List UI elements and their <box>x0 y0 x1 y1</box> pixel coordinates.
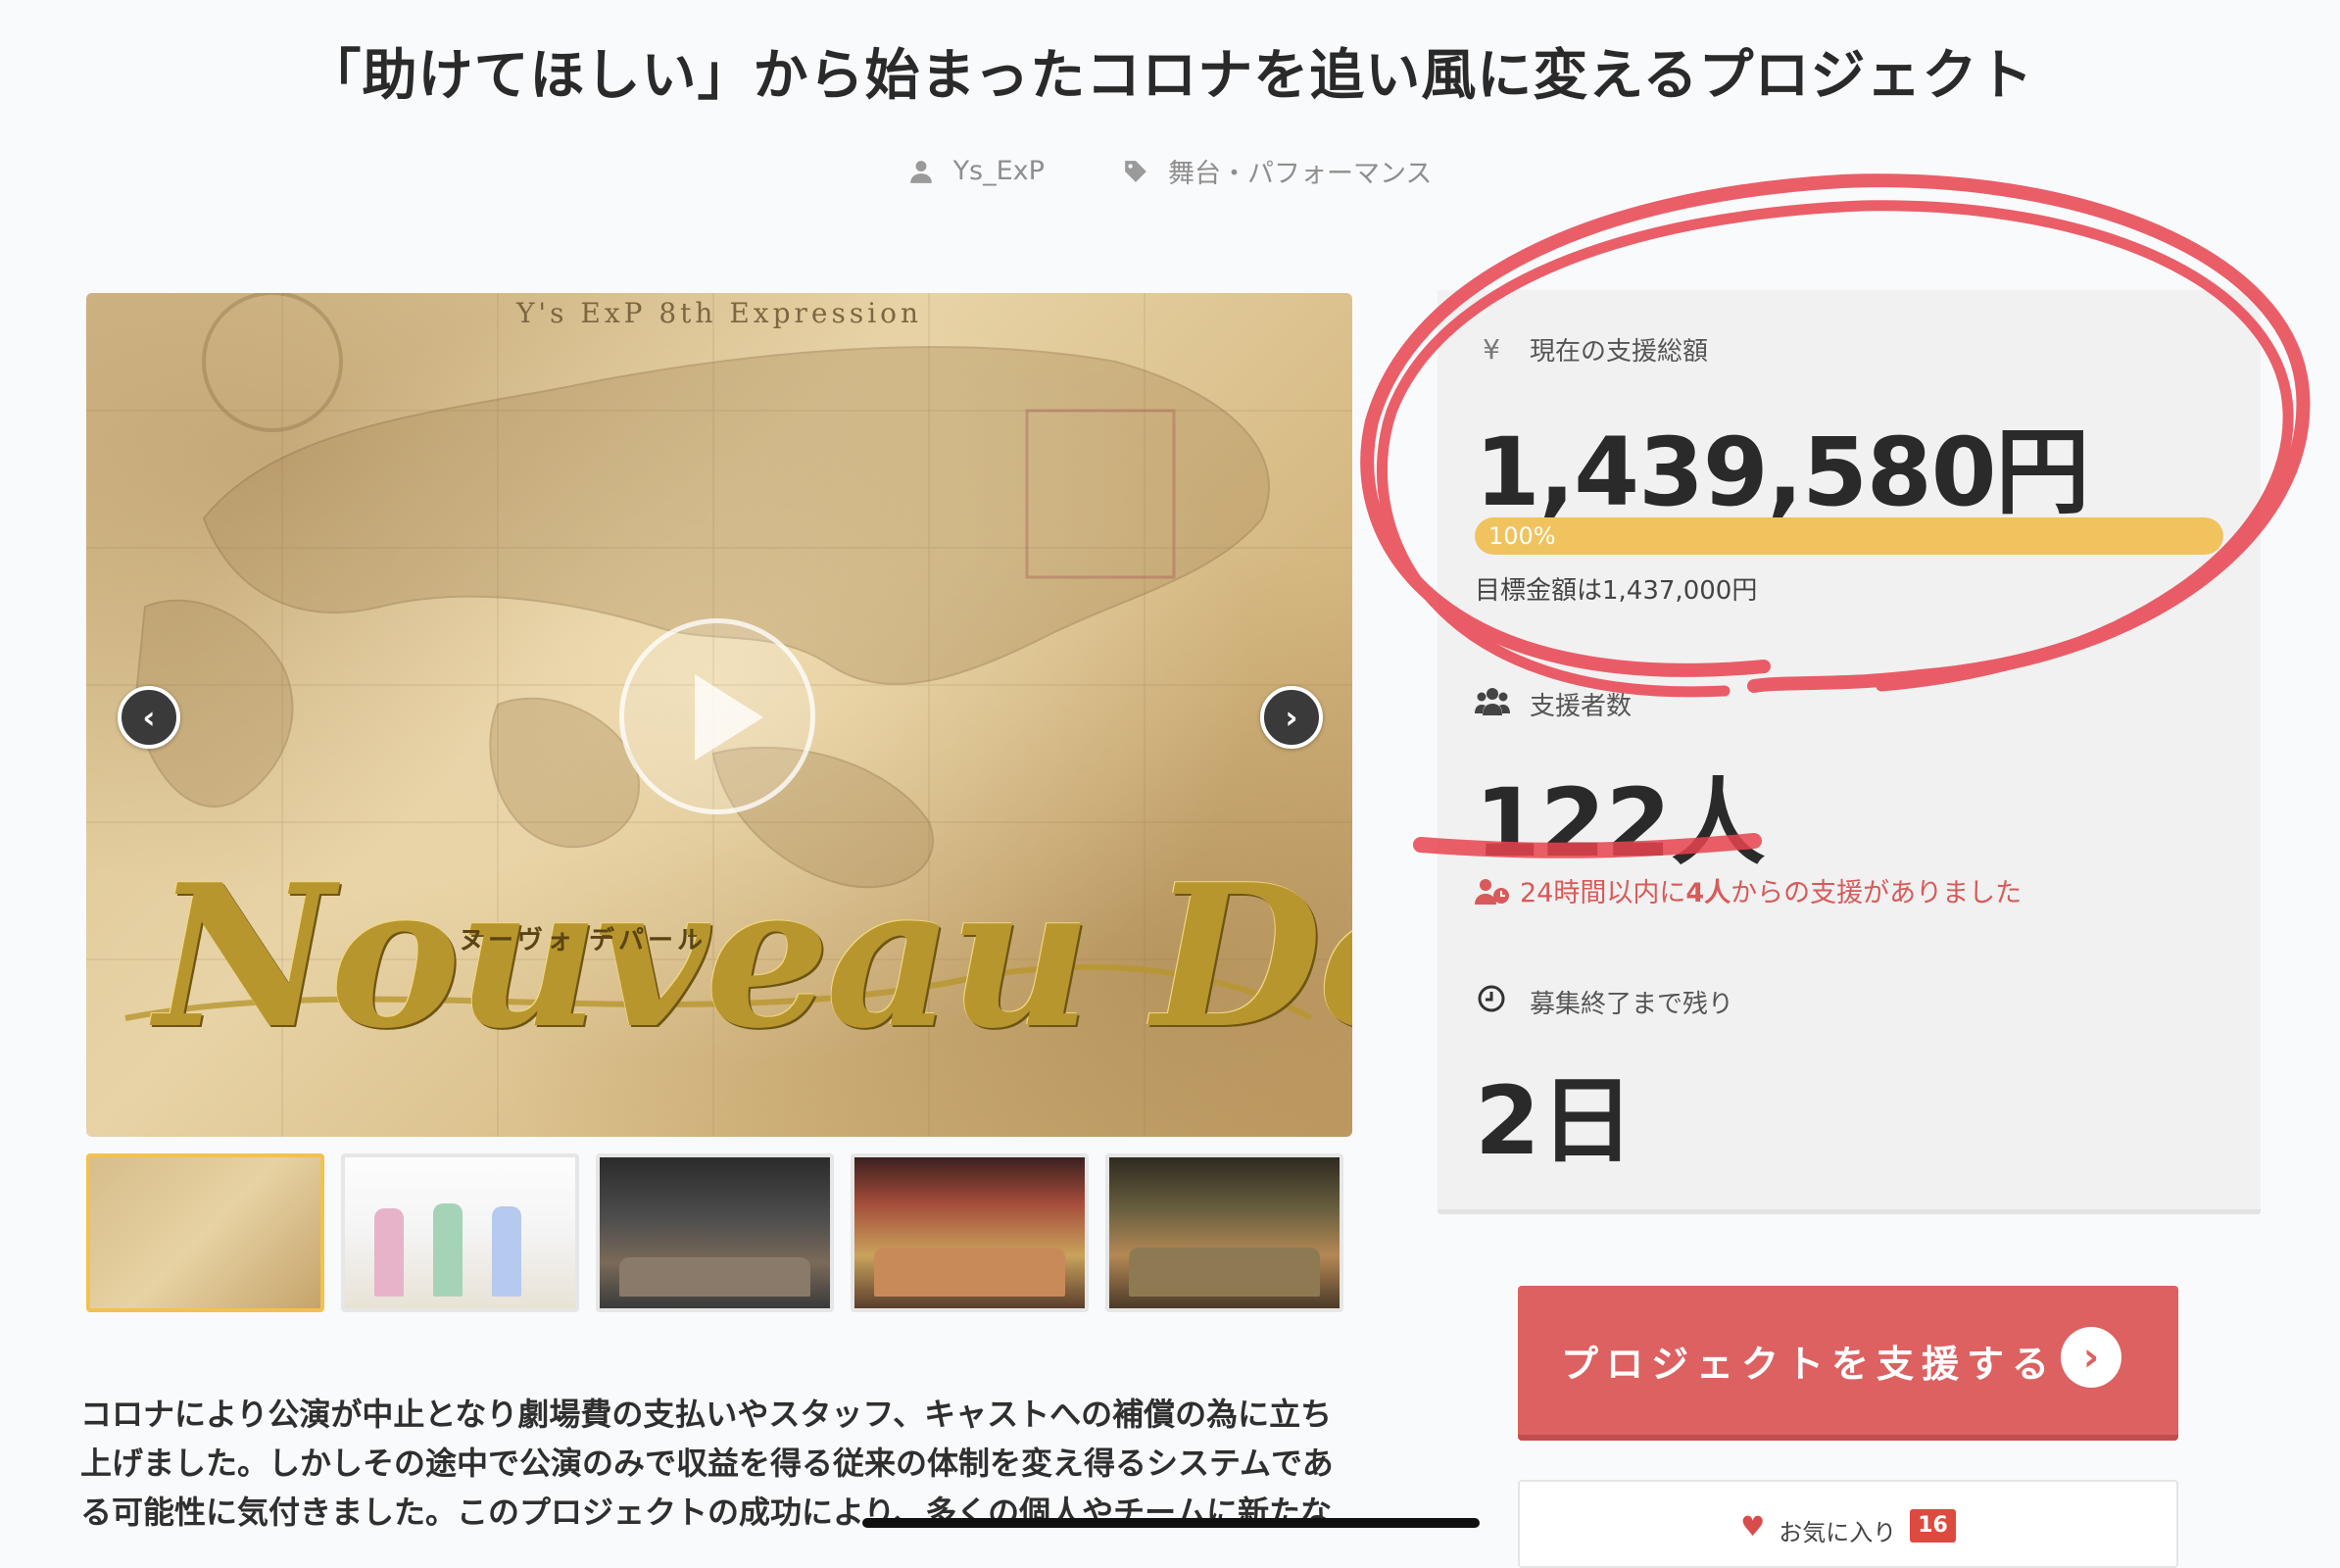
thumb-figure <box>492 1206 521 1297</box>
user-icon <box>909 160 932 183</box>
remaining-value: 2日 <box>1475 1066 1634 1176</box>
project-description: コロナにより公演が中止となり劇場費の支払いやスタッフ、キャストへの補償の為に立ち… <box>80 1396 1334 1531</box>
category-link[interactable]: 舞台・パフォーマンス <box>1123 152 1432 190</box>
carousel-prev-button[interactable]: ‹ <box>118 686 180 749</box>
progress-bar: 100% <box>1475 517 2223 555</box>
supporters-label-row: 支援者数 <box>1475 686 1632 722</box>
home-indicator <box>862 1518 1480 1528</box>
thumbnail-1[interactable] <box>86 1153 324 1312</box>
thumb-figure <box>1129 1248 1320 1297</box>
carousel-next-button[interactable]: › <box>1260 686 1323 749</box>
recent-suffix: からの支援がありました <box>1731 878 2023 908</box>
thumb-figure <box>433 1203 463 1297</box>
favorite-label: お気に入り <box>1779 1519 1897 1546</box>
play-button[interactable] <box>619 618 815 814</box>
owner-name: Ys_ExP <box>952 156 1045 186</box>
favorite-button[interactable]: ♥ お気に入り 16 <box>1518 1480 2178 1568</box>
category-name: 舞台・パフォーマンス <box>1167 159 1433 189</box>
users-icon <box>1475 686 1510 722</box>
goal-amount: 目標金額は1,437,000円 <box>1475 576 1758 606</box>
amount-value: 1,439,580円 <box>1475 417 2090 527</box>
recent-support-note: 24時間以内に4人からの支援がありました <box>1475 871 2022 909</box>
supporters-label: 支援者数 <box>1530 692 1633 721</box>
progress-text: 100% <box>1488 522 1556 550</box>
remaining-label-row: 募集終了まで残り <box>1475 984 1733 1020</box>
hero-logo-subtitle: ヌーヴォ デパール <box>459 926 707 956</box>
amount-label: 現在の支援総額 <box>1530 337 1709 367</box>
thumbnail-2[interactable] <box>341 1153 579 1312</box>
remaining-label: 募集終了まで残り <box>1530 990 1734 1019</box>
thumbnail-strip <box>86 1153 1352 1312</box>
thumb-figure <box>374 1208 404 1297</box>
page-title: 「助けてほしい」から始まったコロナを追い風に変えるプロジェクト <box>306 44 2034 108</box>
yen-icon: ¥ <box>1483 333 1500 366</box>
recent-count: 4人 <box>1685 878 1731 908</box>
heart-icon: ♥ <box>1740 1510 1766 1543</box>
chevron-right-icon: › <box>2061 1327 2121 1388</box>
recent-prefix: 24時間以内に <box>1520 878 1686 908</box>
owner-link[interactable]: Ys_ExP <box>908 152 1045 190</box>
stats-card: ¥ 現在の支援総額 1,439,580円 100% 目標金額は1,437,000… <box>1438 290 2261 1214</box>
thumbnail-5[interactable] <box>1105 1153 1343 1312</box>
hero-carousel[interactable]: Y's ExP 8th Expression Nouveau Départ ヌー… <box>86 293 1352 1137</box>
tag-icon <box>1125 160 1146 182</box>
project-meta: Ys_ExP 舞台・パフォーマンス <box>0 152 2340 190</box>
thumbnail-4[interactable] <box>851 1153 1089 1312</box>
supporters-value: 122人 <box>1475 768 1766 878</box>
thumbnail-3[interactable] <box>596 1153 834 1312</box>
hero-logo-text: Nouveau Départ <box>155 842 1352 1072</box>
thumb-figure <box>874 1248 1065 1297</box>
user-clock-icon <box>1475 878 1509 905</box>
progress-fill <box>1475 517 2223 555</box>
hero-header-text: Y's ExP 8th Expression <box>515 297 923 329</box>
amount-label-row: ¥ 現在の支援総額 <box>1475 331 1708 368</box>
support-project-button[interactable]: プロジェクトを支援する › <box>1518 1286 2178 1441</box>
support-button-label: プロジェクトを支援する <box>1561 1342 2058 1386</box>
thumb-figure <box>619 1257 810 1297</box>
favorite-count-badge: 16 <box>1910 1509 1956 1543</box>
clock-icon <box>1475 984 1508 1020</box>
